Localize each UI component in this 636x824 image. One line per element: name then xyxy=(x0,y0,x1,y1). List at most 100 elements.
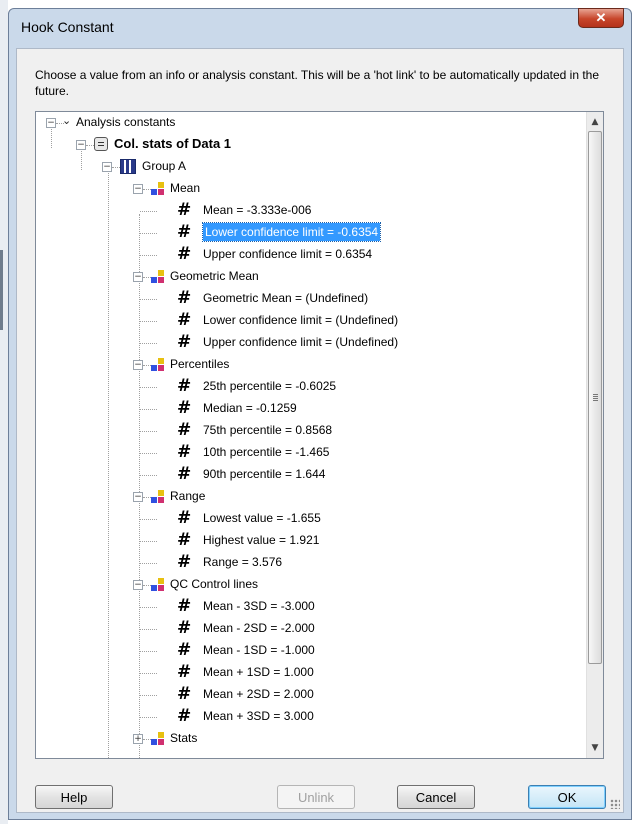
constant-label: Mean - 2SD = -2.000 xyxy=(203,621,315,635)
statistic-icon xyxy=(151,732,167,746)
selected-constant-item[interactable]: # Lower confidence limit = -0.6354 xyxy=(36,222,586,244)
hash-icon: # xyxy=(177,618,192,638)
collapse-plus-icon[interactable]: + xyxy=(133,734,143,744)
constant-item[interactable]: # Upper confidence limit = 0.6354 xyxy=(36,244,586,266)
node-label: Col. stats of Data 1 xyxy=(114,136,232,151)
scroll-down-arrow[interactable]: ▼ xyxy=(587,740,603,756)
tree-node-section[interactable]: − Range xyxy=(36,486,586,508)
collapse-minus-icon[interactable]: − xyxy=(133,492,143,502)
tree-connector xyxy=(140,673,157,674)
constant-item[interactable]: # Mean - 3SD = -3.000 xyxy=(36,596,586,618)
node-label: Range xyxy=(170,489,206,503)
statistic-icon xyxy=(151,490,167,504)
constant-label: Upper confidence limit = 0.6354 xyxy=(203,247,373,261)
hash-icon: # xyxy=(177,640,192,660)
tree-node-section[interactable]: − Geometric Mean xyxy=(36,266,586,288)
constant-item[interactable]: # Mean + 1SD = 1.000 xyxy=(36,662,586,684)
title-bar[interactable]: Hook Constant ✕ xyxy=(9,8,631,41)
constant-item[interactable]: # Mean - 1SD = -1.000 xyxy=(36,640,586,662)
constants-tree[interactable]: − ⌄ Analysis constants − Col. stats of Data … xyxy=(35,111,604,759)
tree-viewport: − ⌄ Analysis constants − Col. stats of Data … xyxy=(36,112,586,758)
constant-label: Mean - 1SD = -1.000 xyxy=(203,643,315,657)
scroll-up-arrow[interactable]: ▲ xyxy=(587,114,603,130)
node-label: Analysis constants xyxy=(76,115,176,129)
tree-connector xyxy=(140,607,157,608)
background-window-edge xyxy=(0,0,8,824)
collapse-minus-icon[interactable]: − xyxy=(76,140,86,150)
ok-button[interactable]: OK xyxy=(528,785,606,809)
constant-label: Median = -0.1259 xyxy=(203,401,297,415)
constant-item[interactable]: #75th percentile = 0.8568 xyxy=(36,420,586,442)
tree-connector xyxy=(143,365,151,366)
chevron-down-icon: ⌄ xyxy=(62,114,72,127)
resize-grip-icon[interactable] xyxy=(610,799,620,809)
dialog-body: Choose a value from an info or analysis … xyxy=(16,48,624,813)
constant-item[interactable]: # Range = 3.576 xyxy=(36,552,586,574)
constant-label: Mean + 1SD = 1.000 xyxy=(203,665,314,679)
tree-connector xyxy=(140,563,157,564)
constant-label: Range = 3.576 xyxy=(203,555,283,569)
tree-connector xyxy=(140,651,157,652)
collapse-minus-icon[interactable]: − xyxy=(133,360,143,370)
node-label: Group A xyxy=(142,159,187,173)
hash-icon: # xyxy=(177,222,192,242)
vertical-scrollbar[interactable]: ▲ ▼ xyxy=(586,112,603,758)
cancel-button[interactable]: Cancel xyxy=(397,785,475,809)
tree-node-section-collapsed[interactable]: + Stats xyxy=(36,728,586,750)
tree-node-section[interactable]: − Percentiles xyxy=(36,354,586,376)
tree-node-root[interactable]: − ⌄ Analysis constants xyxy=(36,112,586,134)
background-window-mark xyxy=(0,250,3,330)
tree-node-section[interactable]: − Mean xyxy=(36,178,586,200)
tree-connector xyxy=(140,233,157,234)
constant-label: Mean + 3SD = 3.000 xyxy=(203,709,314,723)
constant-item[interactable]: # Highest value = 1.921 xyxy=(36,530,586,552)
unlink-button[interactable]: Unlink xyxy=(277,785,355,809)
constant-label: 75th percentile = 0.8568 xyxy=(203,423,333,437)
tree-connector xyxy=(140,409,157,410)
collapse-minus-icon[interactable]: − xyxy=(102,162,112,172)
hash-icon: # xyxy=(177,244,192,264)
constant-item[interactable]: # Mean + 3SD = 3.000 xyxy=(36,706,586,728)
hash-icon: # xyxy=(177,464,192,484)
data-table-icon xyxy=(120,159,136,174)
constant-label: Lower confidence limit = (Undefined) xyxy=(203,313,399,327)
constant-item[interactable]: # Upper confidence limit = (Undefined) xyxy=(36,332,586,354)
tree-node-section[interactable]: − QC Control lines xyxy=(36,574,586,596)
statistic-icon xyxy=(151,270,167,284)
collapse-minus-icon[interactable]: − xyxy=(46,118,56,128)
constant-label: Geometric Mean = (Undefined) xyxy=(203,291,369,305)
constant-item[interactable]: #90th percentile = 1.644 xyxy=(36,464,586,486)
hash-icon: # xyxy=(177,332,192,352)
hash-icon: # xyxy=(177,200,192,220)
hash-icon: # xyxy=(177,662,192,682)
constant-item[interactable]: # Geometric Mean = (Undefined) xyxy=(36,288,586,310)
constant-label: 90th percentile = 1.644 xyxy=(203,467,326,481)
statistic-icon xyxy=(151,578,167,592)
collapse-minus-icon[interactable]: − xyxy=(133,580,143,590)
constant-item[interactable]: #10th percentile = -1.465 xyxy=(36,442,586,464)
collapse-minus-icon[interactable]: − xyxy=(133,184,143,194)
tree-connector xyxy=(140,343,157,344)
close-button[interactable]: ✕ xyxy=(578,8,624,28)
constant-item[interactable]: # Mean + 2SD = 2.000 xyxy=(36,684,586,706)
tree-connector xyxy=(140,299,157,300)
constant-item[interactable]: # Mean = -3.333e-006 xyxy=(36,200,586,222)
hash-icon: # xyxy=(177,706,192,726)
constant-item[interactable]: # Median = -0.1259 xyxy=(36,398,586,420)
tree-connector xyxy=(140,717,157,718)
scroll-thumb[interactable] xyxy=(588,131,602,664)
tree-node-group[interactable]: − Group A xyxy=(36,156,586,178)
tree-node-results[interactable]: − Col. stats of Data 1 xyxy=(36,134,586,156)
constant-item[interactable]: # Mean - 2SD = -2.000 xyxy=(36,618,586,640)
constant-item[interactable]: #25th percentile = -0.6025 xyxy=(36,376,586,398)
help-button[interactable]: Help xyxy=(35,785,113,809)
constant-item[interactable]: # Lower confidence limit = (Undefined) xyxy=(36,310,586,332)
hash-icon: # xyxy=(177,508,192,528)
constant-label: 10th percentile = -1.465 xyxy=(203,445,330,459)
tree-connector xyxy=(143,497,151,498)
collapse-minus-icon[interactable]: − xyxy=(133,272,143,282)
tree-connector xyxy=(140,387,157,388)
tree-connector xyxy=(112,167,120,168)
constant-item[interactable]: # Lowest value = -1.655 xyxy=(36,508,586,530)
node-label: Percentiles xyxy=(170,357,230,371)
